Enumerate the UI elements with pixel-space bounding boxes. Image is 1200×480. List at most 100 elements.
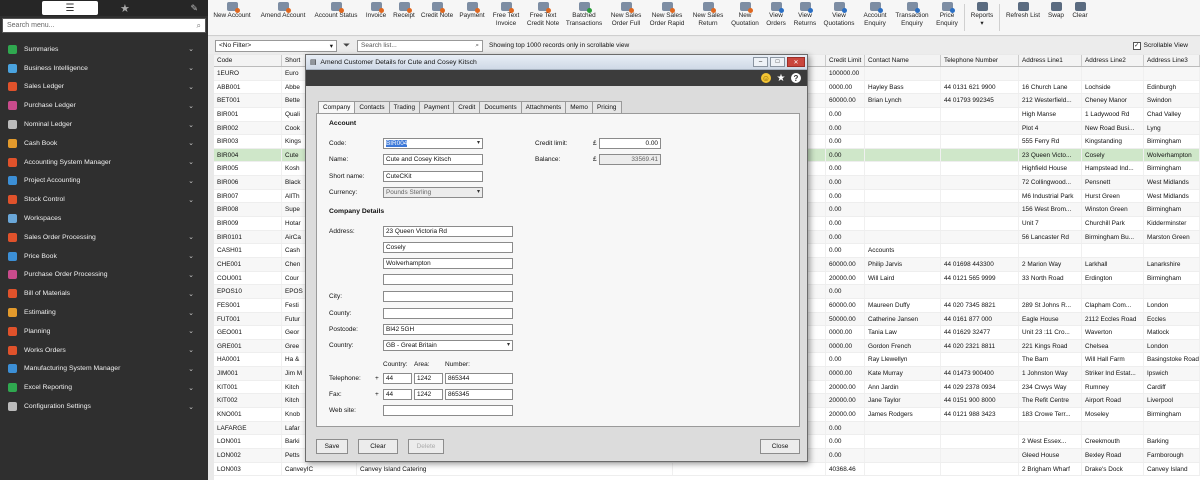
sidebar-item[interactable]: Cash Book ⌄ bbox=[0, 134, 208, 153]
toolbar-button[interactable]: View Quotations bbox=[820, 0, 858, 35]
maximize-button[interactable]: □ bbox=[770, 57, 785, 67]
sidebar-item[interactable]: Sales Order Processing ⌄ bbox=[0, 228, 208, 247]
sidebar-item[interactable]: Summaries ⌄ bbox=[0, 40, 208, 59]
sidebar-item[interactable]: Excel Reporting ⌄ bbox=[0, 378, 208, 397]
sidebar-item[interactable]: Planning ⌄ bbox=[0, 322, 208, 341]
column-header[interactable]: Contact Name bbox=[865, 55, 941, 66]
postcode-field[interactable]: BI42 5GH bbox=[383, 324, 513, 335]
address-line1-field[interactable]: 23 Queen Victoria Rd bbox=[383, 226, 513, 237]
address-line4-field[interactable] bbox=[383, 274, 513, 285]
sidebar-item[interactable]: Project Accounting ⌄ bbox=[0, 172, 208, 191]
country-select[interactable]: GB - Great Britain ▾ bbox=[383, 340, 513, 351]
toolbar-button[interactable]: Invoice bbox=[362, 0, 390, 35]
address-line3-field[interactable]: Wolverhampton bbox=[383, 258, 513, 269]
filter-select[interactable]: <No Filter> ▾ bbox=[215, 39, 337, 52]
sidebar-item[interactable]: Manufacturing System Manager ⌄ bbox=[0, 360, 208, 379]
fax-area-field[interactable]: 1242 bbox=[414, 389, 443, 400]
dialog-tab[interactable]: Pricing bbox=[591, 101, 622, 113]
toolbar-button[interactable]: Swap bbox=[1044, 0, 1068, 35]
minimize-button[interactable]: – bbox=[753, 57, 768, 67]
scrollable-view-toggle[interactable]: ✓ Scrollable View bbox=[1132, 41, 1188, 50]
toolbar-button[interactable]: Free Text Credit Note bbox=[524, 0, 562, 35]
column-header[interactable]: Address Line2 bbox=[1082, 55, 1144, 66]
credit-limit-field[interactable]: 0.00 bbox=[599, 138, 661, 149]
column-header[interactable]: Credit Limit bbox=[826, 55, 865, 66]
sidebar-item[interactable]: Works Orders ⌄ bbox=[0, 341, 208, 360]
close-window-button[interactable]: ✕ bbox=[787, 57, 805, 67]
table-row[interactable]: LON003 CanveyIC Canvey Island Catering 4036… bbox=[214, 462, 1200, 477]
dialog-tab[interactable]: Attachments bbox=[520, 101, 567, 113]
name-field[interactable]: Cute and Cosey Kitsch bbox=[383, 154, 483, 165]
edit-pencil-icon[interactable]: ✎ bbox=[190, 3, 198, 14]
column-header[interactable]: Telephone Number bbox=[941, 55, 1019, 66]
filter-funnel-icon[interactable]: ⏷ bbox=[343, 40, 353, 51]
delete-button[interactable]: Delete bbox=[408, 438, 444, 454]
sidebar-item[interactable]: Stock Control ⌄ bbox=[0, 190, 208, 209]
telephone-country-field[interactable]: 44 bbox=[383, 373, 412, 384]
sidebar-item[interactable]: Price Book ⌄ bbox=[0, 247, 208, 266]
toolbar-button[interactable]: Transaction Enquiry bbox=[892, 0, 932, 35]
sidebar-item[interactable]: Purchase Order Processing ⌄ bbox=[0, 266, 208, 285]
clear-button[interactable]: Clear bbox=[358, 438, 398, 454]
star-icon[interactable]: ★ bbox=[776, 73, 786, 84]
address-line2-field[interactable]: Cosely bbox=[383, 242, 513, 253]
close-button[interactable]: Close bbox=[760, 438, 800, 454]
list-search-input[interactable]: Search list... ⌕ bbox=[357, 39, 483, 52]
checkbox-checked-icon[interactable]: ✓ bbox=[1132, 41, 1141, 50]
telephone-area-field[interactable]: 1242 bbox=[414, 373, 443, 384]
dialog-tab[interactable]: Payment bbox=[419, 101, 455, 113]
toolbar-button[interactable]: View Orders bbox=[762, 0, 790, 35]
code-select[interactable]: BIR004 ▾ bbox=[383, 138, 483, 149]
column-header[interactable]: Address Line1 bbox=[1019, 55, 1082, 66]
toolbar-button[interactable]: Price Enquiry bbox=[932, 0, 962, 35]
save-button[interactable]: Save bbox=[316, 438, 348, 454]
dialog-tab[interactable]: Documents bbox=[479, 101, 522, 113]
smiley-icon[interactable]: ☺ bbox=[761, 73, 771, 83]
sidebar-item[interactable]: Purchase Ledger ⌄ bbox=[0, 96, 208, 115]
menu-tab[interactable]: ☰ bbox=[42, 1, 98, 15]
sidebar-item[interactable]: Estimating ⌄ bbox=[0, 303, 208, 322]
toolbar-button[interactable]: Refresh List bbox=[1002, 0, 1044, 35]
toolbar-button[interactable]: Free Text Invoice bbox=[488, 0, 524, 35]
short-name-field[interactable]: CuteCKit bbox=[383, 171, 483, 182]
help-icon[interactable]: ? bbox=[791, 73, 801, 83]
toolbar-button[interactable]: New Sales Return bbox=[688, 0, 728, 35]
toolbar-button[interactable]: Amend Account bbox=[256, 0, 310, 35]
toolbar-button[interactable]: Receipt bbox=[390, 0, 418, 35]
fax-country-field[interactable]: 44 bbox=[383, 389, 412, 400]
county-field[interactable] bbox=[383, 308, 513, 319]
favourites-star-icon[interactable]: ★ bbox=[120, 2, 130, 15]
sidebar-item[interactable]: Nominal Ledger ⌄ bbox=[0, 115, 208, 134]
telephone-number-field[interactable]: 865344 bbox=[445, 373, 513, 384]
sidebar-item[interactable]: Configuration Settings ⌄ bbox=[0, 397, 208, 416]
city-field[interactable] bbox=[383, 291, 513, 302]
toolbar-button[interactable]: New Sales Order Full bbox=[606, 0, 646, 35]
toolbar-button[interactable]: Reports ▾ bbox=[967, 0, 997, 35]
currency-select[interactable]: Pounds Sterling ▾ bbox=[383, 187, 483, 198]
toolbar-button[interactable]: Batched Transactions bbox=[562, 0, 606, 35]
toolbar-button[interactable]: Credit Note bbox=[418, 0, 456, 35]
fax-number-field[interactable]: 865345 bbox=[445, 389, 513, 400]
toolbar-button[interactable]: New Sales Order Rapid bbox=[646, 0, 688, 35]
dialog-tab[interactable]: Credit bbox=[453, 101, 481, 113]
toolbar-button[interactable]: New Quotation bbox=[728, 0, 762, 35]
dialog-tab[interactable]: Trading bbox=[388, 101, 421, 113]
website-field[interactable] bbox=[383, 405, 513, 416]
sidebar-item[interactable]: Workspaces bbox=[0, 209, 208, 228]
dialog-tab[interactable]: Memo bbox=[565, 101, 593, 113]
dialog-tab[interactable]: Contacts bbox=[354, 101, 390, 113]
sidebar-item[interactable]: Business Intelligence ⌄ bbox=[0, 59, 208, 78]
sidebar-item[interactable]: Accounting System Manager ⌄ bbox=[0, 153, 208, 172]
toolbar-button[interactable]: New Account bbox=[208, 0, 256, 35]
menu-search-input[interactable]: Search menu... ⌕ bbox=[2, 18, 206, 33]
toolbar-button[interactable]: Account Enquiry bbox=[858, 0, 892, 35]
sidebar-item[interactable]: Sales Ledger ⌄ bbox=[0, 78, 208, 97]
sidebar-item[interactable]: Bill of Materials ⌄ bbox=[0, 284, 208, 303]
toolbar-button[interactable]: Payment bbox=[456, 0, 488, 35]
column-header[interactable]: Address Line3 bbox=[1144, 55, 1200, 66]
dialog-titlebar[interactable]: ▤ Amend Customer Details for Cute and Co… bbox=[306, 55, 807, 70]
toolbar-button[interactable]: View Returns bbox=[790, 0, 820, 35]
toolbar-button[interactable]: Account Status bbox=[310, 0, 362, 35]
column-header[interactable]: Code bbox=[214, 55, 282, 66]
toolbar-button[interactable]: Clear bbox=[1068, 0, 1092, 35]
